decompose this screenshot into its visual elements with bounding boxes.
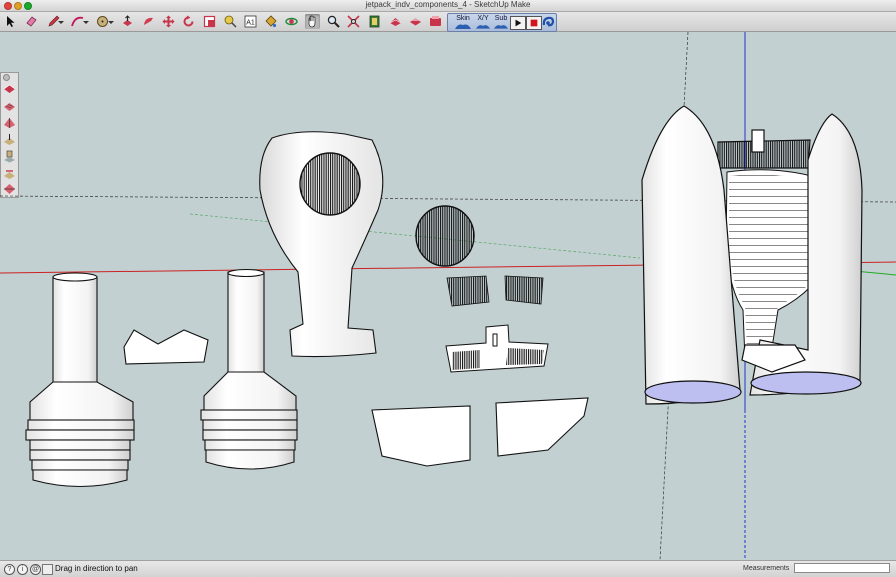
window-titlebar: jetpack_indv_components_4 - SketchUp Mak…	[0, 0, 896, 12]
nozzle-component-left[interactable]	[25, 272, 135, 488]
sub-plugin-label: Sub	[494, 15, 508, 22]
play-button[interactable]	[510, 16, 526, 30]
user-account-icon[interactable]: @	[30, 564, 41, 575]
select-tool-icon[interactable]	[3, 14, 18, 29]
model-viewport[interactable]	[0, 32, 896, 560]
measurements-input[interactable]	[794, 563, 890, 573]
pan-tool-icon[interactable]	[305, 14, 320, 29]
nozzle-component-middle[interactable]	[200, 268, 298, 470]
fin-rows[interactable]	[446, 275, 544, 307]
stop-button[interactable]	[526, 16, 542, 30]
sub-plugin-button[interactable]: Sub	[492, 15, 510, 30]
green-axis-hidden	[189, 213, 641, 259]
zoom-tool-icon[interactable]	[326, 14, 341, 29]
ruby-console-button[interactable]	[541, 15, 555, 30]
paint-bucket-tool-icon[interactable]	[263, 14, 278, 29]
chevron-piece[interactable]	[123, 329, 209, 365]
play-icon	[515, 19, 522, 27]
extension-warehouse-icon[interactable]	[428, 14, 443, 29]
share-model-icon[interactable]	[388, 14, 403, 29]
shapes-dropdown-icon[interactable]	[108, 14, 114, 29]
status-bar: ? i @ Drag in direction to pan Measureme…	[0, 560, 896, 577]
sub-plugin-icon	[493, 25, 509, 29]
measurements-label: Measurements	[743, 565, 790, 572]
move-tool-icon[interactable]	[161, 14, 176, 29]
lower-plate-left[interactable]	[371, 405, 471, 467]
geo-location-icon[interactable]: ?	[4, 564, 15, 575]
zoom-extents-tool-icon[interactable]	[346, 14, 361, 29]
lower-plate-right[interactable]	[495, 397, 589, 457]
xy-plugin-icon	[475, 25, 491, 29]
plugin-toolbar: Skin X/Y Sub	[447, 13, 557, 32]
status-message: Drag in direction to pan	[55, 564, 138, 573]
components-icon[interactable]	[408, 14, 423, 29]
push-pull-tool-icon[interactable]	[120, 14, 135, 29]
follow-me-tool-icon[interactable]	[141, 14, 156, 29]
tape-measure-tool-icon[interactable]	[223, 14, 238, 29]
window-title: jetpack_indv_components_4 - SketchUp Mak…	[365, 0, 531, 9]
rotate-tool-icon[interactable]	[181, 14, 196, 29]
text-tool-icon[interactable]: A1	[243, 14, 258, 29]
warehouse-icon[interactable]	[367, 14, 382, 29]
instructor-toggle-icon[interactable]	[42, 564, 53, 575]
back-plate-component[interactable]	[259, 131, 384, 358]
eraser-tool-icon[interactable]	[24, 14, 39, 29]
jetpack-assembly[interactable]	[641, 105, 863, 405]
xy-plugin-button[interactable]: X/Y	[474, 15, 492, 30]
skin-plugin-label: Skin	[456, 15, 470, 22]
arc-dropdown-icon[interactable]	[83, 14, 89, 29]
scale-tool-icon[interactable]	[202, 14, 217, 29]
pencil-dropdown-icon[interactable]	[58, 14, 64, 29]
orbit-tool-icon[interactable]	[284, 14, 299, 29]
skin-plugin-button[interactable]: Skin	[450, 15, 476, 30]
ruby-console-icon	[542, 16, 554, 27]
round-grill-piece[interactable]	[415, 205, 475, 267]
xy-plugin-label: X/Y	[477, 15, 489, 22]
credits-icon[interactable]: i	[17, 564, 28, 575]
center-bracket-piece[interactable]	[445, 324, 549, 373]
svg-text:A1: A1	[246, 20, 255, 27]
stop-icon	[530, 19, 538, 27]
skin-plugin-icon	[455, 24, 471, 29]
